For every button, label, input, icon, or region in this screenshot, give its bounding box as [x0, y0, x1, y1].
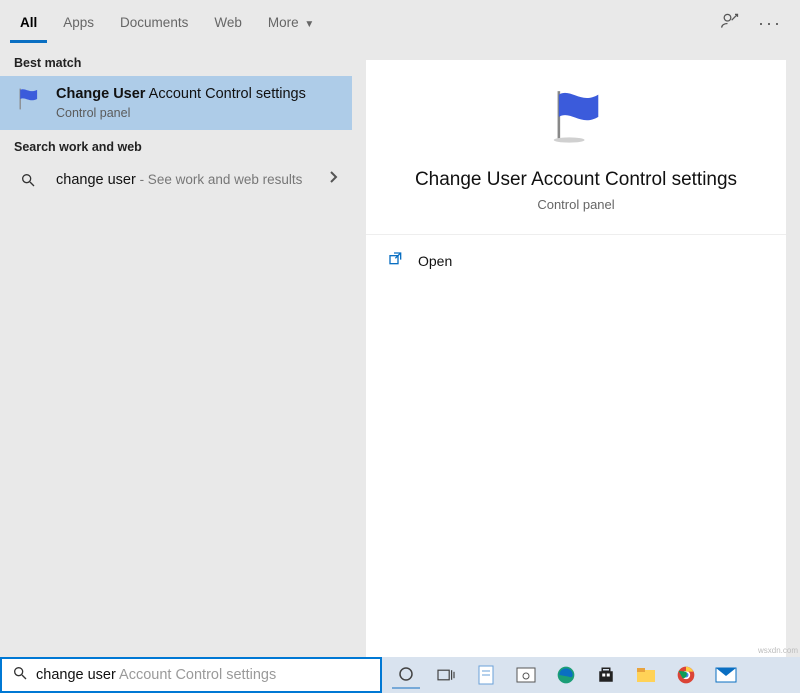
task-view-icon[interactable] [432, 661, 460, 689]
flag-icon [541, 86, 611, 151]
chrome-icon[interactable] [672, 661, 700, 689]
search-popup: All Apps Documents Web More ▼ ··· Best m… [0, 0, 800, 657]
result-subtitle: Control panel [56, 106, 338, 120]
tab-web[interactable]: Web [204, 3, 252, 43]
result-title-rest: Account Control settings [145, 86, 305, 102]
detail-header: Change User Account Control settings Con… [366, 60, 786, 235]
edge-icon[interactable] [552, 661, 580, 689]
tab-apps[interactable]: Apps [53, 3, 104, 43]
tab-documents[interactable]: Documents [110, 3, 198, 43]
detail-pane: Change User Account Control settings Con… [366, 60, 786, 657]
feedback-icon[interactable] [720, 11, 740, 36]
detail-pane-wrap: Change User Account Control settings Con… [352, 46, 800, 657]
open-icon [388, 251, 404, 270]
results-pane: Best match Change User Account Control s… [0, 46, 352, 657]
search-input[interactable] [36, 667, 370, 683]
search-icon [14, 172, 42, 188]
section-search-web: Search work and web [0, 130, 352, 160]
detail-title: Change User Account Control settings [415, 169, 737, 191]
result-text: Change User Account Control settings Con… [56, 86, 338, 120]
flag-icon [14, 86, 42, 112]
result-change-uac[interactable]: Change User Account Control settings Con… [0, 76, 352, 130]
tab-more-label: More [268, 15, 299, 30]
section-best-match: Best match [0, 46, 352, 76]
web-query: change user [56, 172, 136, 188]
tab-all[interactable]: All [10, 3, 47, 43]
result-title-bold: Change User [56, 86, 145, 102]
open-action[interactable]: Open [366, 235, 786, 286]
chevron-down-icon: ▼ [304, 19, 314, 30]
search-bar[interactable]: change user Account Control settings [0, 657, 382, 693]
explorer-icon[interactable] [632, 661, 660, 689]
search-icon [12, 665, 28, 686]
watermark: wsxdn.com [758, 646, 798, 655]
result-web-search[interactable]: change user - See work and web results [0, 160, 352, 199]
notepad-icon[interactable] [472, 661, 500, 689]
mail-icon[interactable] [712, 661, 740, 689]
tab-strip: All Apps Documents Web More ▼ ··· [0, 0, 800, 46]
open-label: Open [418, 253, 452, 269]
detail-subtitle: Control panel [537, 197, 614, 212]
chevron-right-icon [328, 170, 338, 189]
store-icon[interactable] [592, 661, 620, 689]
cortana-icon[interactable] [392, 661, 420, 689]
taskbar [382, 657, 800, 693]
web-suffix: - See work and web results [136, 172, 303, 187]
settings-window-icon[interactable] [512, 661, 540, 689]
content-area: Best match Change User Account Control s… [0, 46, 800, 657]
more-options-icon[interactable]: ··· [758, 13, 782, 34]
tab-more[interactable]: More ▼ [258, 3, 324, 43]
